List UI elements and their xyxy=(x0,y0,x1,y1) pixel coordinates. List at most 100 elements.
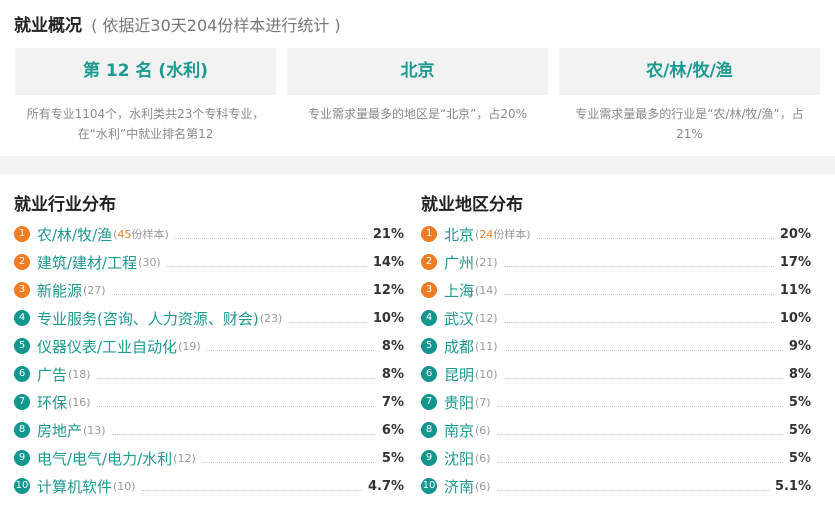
item-name-link[interactable]: 济南 xyxy=(444,476,474,497)
sample-count: (12) xyxy=(475,312,498,325)
section-divider xyxy=(0,156,835,174)
region-list-item[interactable]: 10 济南 (6) 5.1% xyxy=(421,476,811,496)
sample-count: (6) xyxy=(475,424,491,437)
item-name-link[interactable]: 农/林/牧/渔 xyxy=(37,224,112,245)
sample-count: (16) xyxy=(68,396,91,409)
dotted-leader xyxy=(503,293,774,295)
item-name-link[interactable]: 环保 xyxy=(37,392,67,413)
sample-count: (19) xyxy=(178,340,201,353)
region-list-item[interactable]: 6 昆明 (10) 8% xyxy=(421,364,811,384)
region-list-item[interactable]: 9 沈阳 (6) 5% xyxy=(421,448,811,468)
region-list-item[interactable]: 8 南京 (6) 5% xyxy=(421,420,811,440)
industry-list-item[interactable]: 4 专业服务(咨询、人力资源、财会) (23) 10% xyxy=(14,308,404,328)
dotted-leader xyxy=(503,349,783,351)
item-name-link[interactable]: 南京 xyxy=(444,420,474,441)
overview-title: 就业概况 xyxy=(14,16,82,36)
dotted-leader xyxy=(503,265,774,267)
dotted-leader xyxy=(96,377,376,379)
industry-list-item[interactable]: 3 新能源 (27) 12% xyxy=(14,280,404,300)
rank-badge: 10 xyxy=(14,478,30,494)
rank-badge: 1 xyxy=(421,226,437,242)
industry-list-item[interactable]: 2 建筑/建材/工程 (30) 14% xyxy=(14,252,404,272)
region-list-item[interactable]: 2 广州 (21) 17% xyxy=(421,252,811,272)
item-name-link[interactable]: 上海 xyxy=(444,280,474,301)
percentage-value: 11% xyxy=(779,282,811,298)
industry-list-item[interactable]: 5 仪器仪表/工业自动化 (19) 8% xyxy=(14,336,404,356)
sample-count-prefix: (16) xyxy=(68,395,91,409)
industry-distribution-title: 就业行业分布 xyxy=(14,195,116,215)
sample-count: (12) xyxy=(173,452,196,465)
item-name-link[interactable]: 贵阳 xyxy=(444,392,474,413)
region-list-item[interactable]: 3 上海 (14) 11% xyxy=(421,280,811,300)
item-name-link[interactable]: 北京 xyxy=(444,224,474,245)
sample-count: (27) xyxy=(83,284,106,297)
item-name-link[interactable]: 昆明 xyxy=(444,364,474,385)
item-name-link[interactable]: 沈阳 xyxy=(444,448,474,469)
industry-list-item[interactable]: 1 农/林/牧/渔 (45份样本) 21% xyxy=(14,224,404,244)
industry-list-item[interactable]: 6 广告 (18) 8% xyxy=(14,364,404,384)
industry-list-item[interactable]: 9 电气/电气/电力/水利 (12) 5% xyxy=(14,448,404,468)
percentage-value: 5% xyxy=(381,450,404,466)
overview-subtitle: ( 依据近30天204份样本进行统计 ) xyxy=(91,16,341,35)
percentage-value: 20% xyxy=(779,226,811,242)
employment-overview: 就业概况 ( 依据近30天204份样本进行统计 ) 第 12 名 (水利) 北京… xyxy=(0,0,835,156)
sample-count-suffix: 份样本) xyxy=(493,228,531,241)
percentage-value: 21% xyxy=(372,226,404,242)
item-name-link[interactable]: 广州 xyxy=(444,252,474,273)
dotted-leader xyxy=(503,321,774,323)
dotted-leader xyxy=(111,433,376,435)
item-name-link[interactable]: 计算机软件 xyxy=(37,476,112,497)
rank-badge: 4 xyxy=(14,310,30,326)
rank-badge: 8 xyxy=(14,422,30,438)
item-name-link[interactable]: 武汉 xyxy=(444,308,474,329)
item-name-link[interactable]: 电气/电气/电力/水利 xyxy=(37,448,172,469)
percentage-value: 12% xyxy=(372,282,404,298)
item-name-link[interactable]: 成都 xyxy=(444,336,474,357)
sample-count: (23) xyxy=(260,312,283,325)
sample-count-prefix: (27) xyxy=(83,283,106,297)
sample-count: (7) xyxy=(475,396,491,409)
dotted-leader xyxy=(496,405,783,407)
region-list-item[interactable]: 5 成都 (11) 9% xyxy=(421,336,811,356)
percentage-value: 5% xyxy=(788,422,811,438)
item-name-link[interactable]: 专业服务(咨询、人力资源、财会) xyxy=(37,308,259,329)
dotted-leader xyxy=(536,237,774,239)
top-region-description: 专业需求量最多的地区是“北京”，占20% xyxy=(307,107,528,121)
dotted-leader xyxy=(166,265,367,267)
rank-badge: 9 xyxy=(421,450,437,466)
rank-badge: 7 xyxy=(421,394,437,410)
rank-badge: 5 xyxy=(421,338,437,354)
rank-badge: 2 xyxy=(421,254,437,270)
rank-badge: 5 xyxy=(14,338,30,354)
sample-count: (14) xyxy=(475,284,498,297)
top-industry-card: 农/林/牧/渔 xyxy=(559,48,820,95)
item-name-link[interactable]: 房地产 xyxy=(37,420,82,441)
industry-list-item[interactable]: 8 房地产 (13) 6% xyxy=(14,420,404,440)
sample-count: (21) xyxy=(475,256,498,269)
item-name-link[interactable]: 广告 xyxy=(37,364,67,385)
dotted-leader xyxy=(111,293,367,295)
dotted-leader xyxy=(141,489,362,491)
industry-list-item[interactable]: 10 计算机软件 (10) 4.7% xyxy=(14,476,404,496)
rank-badge: 6 xyxy=(421,366,437,382)
rank-badge: 4 xyxy=(421,310,437,326)
region-list-item[interactable]: 1 北京 (24份样本) 20% xyxy=(421,224,811,244)
dotted-leader xyxy=(206,349,376,351)
industry-list-item[interactable]: 7 环保 (16) 7% xyxy=(14,392,404,412)
sample-count-prefix: (30) xyxy=(138,255,161,269)
percentage-value: 5% xyxy=(788,394,811,410)
item-name-link[interactable]: 建筑/建材/工程 xyxy=(37,252,137,273)
sample-count-prefix: (10) xyxy=(113,479,136,493)
item-name-link[interactable]: 新能源 xyxy=(37,280,82,301)
region-list-item[interactable]: 4 武汉 (12) 10% xyxy=(421,308,811,328)
region-list-item[interactable]: 7 贵阳 (7) 5% xyxy=(421,392,811,412)
rank-badge: 2 xyxy=(14,254,30,270)
percentage-value: 5% xyxy=(788,450,811,466)
item-name-link[interactable]: 仪器仪表/工业自动化 xyxy=(37,336,177,357)
sample-count-suffix: 份样本) xyxy=(131,228,169,241)
percentage-value: 10% xyxy=(779,310,811,326)
percentage-value: 17% xyxy=(779,254,811,270)
sample-count: (24份样本) xyxy=(475,226,531,242)
percentage-value: 9% xyxy=(788,338,811,354)
percentage-value: 8% xyxy=(381,338,404,354)
